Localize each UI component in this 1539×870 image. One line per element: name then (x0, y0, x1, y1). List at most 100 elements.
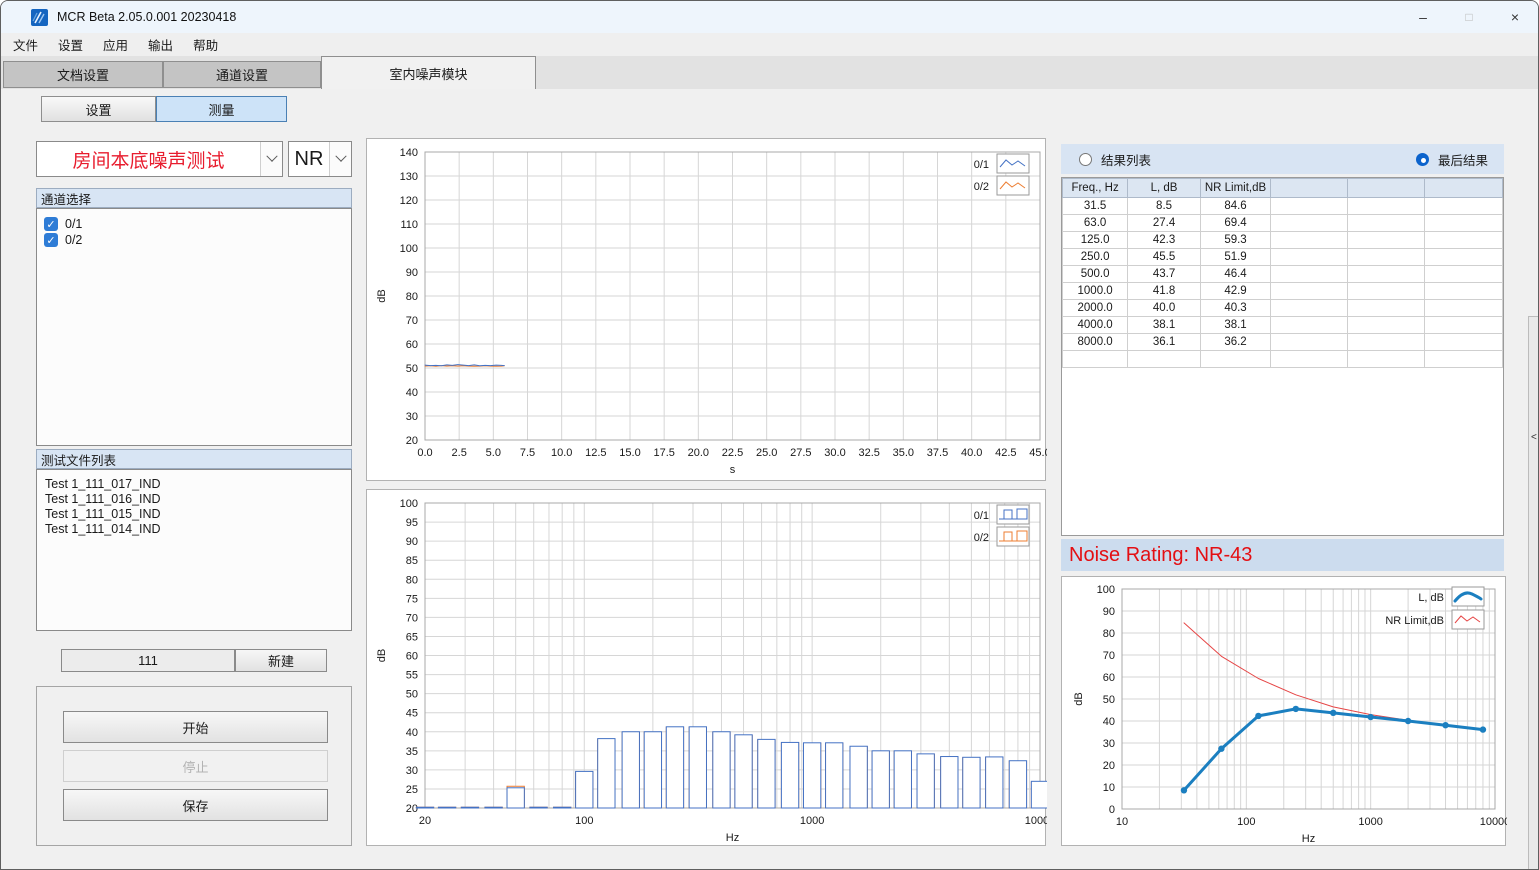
svg-text:60: 60 (1103, 672, 1115, 684)
table-cell (1348, 334, 1425, 351)
checkbox-checked-icon[interactable]: ✓ (44, 217, 58, 231)
svg-text:20: 20 (1103, 760, 1115, 772)
test-file-list[interactable]: Test 1_111_017_INDTest 1_111_016_INDTest… (36, 469, 352, 631)
start-button[interactable]: 开始 (63, 711, 328, 743)
table-cell: 500.0 (1063, 266, 1128, 283)
svg-text:80: 80 (406, 574, 418, 586)
svg-text:20: 20 (406, 435, 418, 447)
menu-help[interactable]: 帮助 (183, 35, 228, 54)
table-row[interactable]: 1000.041.842.9 (1063, 283, 1503, 300)
table-cell: 31.5 (1063, 198, 1128, 215)
table-cell: 45.5 (1128, 249, 1201, 266)
noise-rating-banner: Noise Rating: NR-43 (1061, 539, 1504, 571)
table-cell (1128, 351, 1201, 368)
checkbox-checked-icon[interactable]: ✓ (44, 233, 58, 247)
table-row[interactable]: 63.027.469.4 (1063, 215, 1503, 232)
result-list-radio-label[interactable]: 结果列表 (1101, 150, 1151, 169)
svg-text:75: 75 (406, 593, 418, 605)
table-cell: 46.4 (1200, 266, 1270, 283)
test-type-select[interactable]: 房间本底噪声测试 (36, 141, 283, 177)
tab-document-settings[interactable]: 文档设置 (3, 61, 163, 88)
file-name-input[interactable]: 111 (61, 649, 235, 672)
svg-text:10.0: 10.0 (551, 447, 572, 459)
channel-row[interactable]: ✓0/1 (37, 216, 351, 232)
window-controls: – □ × (1400, 1, 1538, 33)
stop-button: 停止 (63, 750, 328, 782)
svg-text:60: 60 (406, 339, 418, 351)
file-list-item[interactable]: Test 1_111_015_IND (37, 507, 351, 522)
table-cell: 42.3 (1128, 232, 1201, 249)
channel-row[interactable]: ✓ 0/2 (37, 232, 351, 248)
table-row[interactable]: 250.045.551.9 (1063, 249, 1503, 266)
time-history-chart: 20304050607080901001101201301400.02.55.0… (366, 138, 1046, 481)
nr-rating-chart: 010203040506070809010010100100010000dBHz… (1061, 576, 1506, 846)
table-cell (1425, 232, 1503, 249)
svg-text:90: 90 (406, 536, 418, 548)
table-cell: 42.9 (1200, 283, 1270, 300)
minimize-button[interactable]: – (1400, 1, 1446, 33)
menu-apply[interactable]: 应用 (93, 35, 138, 54)
svg-text:40: 40 (1103, 716, 1115, 728)
svg-text:s: s (730, 464, 736, 476)
file-list-item[interactable]: Test 1_111_016_IND (37, 492, 351, 507)
table-cell: 43.7 (1128, 266, 1201, 283)
tab-indoor-noise-module[interactable]: 室内噪声模块 (321, 56, 536, 89)
svg-text:1000: 1000 (800, 815, 824, 827)
table-header-cell: Freq., Hz (1063, 179, 1128, 198)
last-result-radio-label[interactable]: 最后结果 (1438, 150, 1488, 169)
file-list-item[interactable]: Test 1_111_017_IND (37, 477, 351, 492)
svg-text:22.5: 22.5 (722, 447, 743, 459)
svg-text:0/1: 0/1 (974, 159, 989, 171)
svg-text:100: 100 (400, 498, 418, 510)
table-cell: 40.0 (1128, 300, 1201, 317)
table-row[interactable]: 125.042.359.3 (1063, 232, 1503, 249)
table-cell (1425, 317, 1503, 334)
svg-text:30: 30 (406, 765, 418, 777)
result-list-radio[interactable] (1079, 153, 1092, 166)
subtab-settings[interactable]: 设置 (41, 96, 156, 122)
table-row[interactable]: 31.58.584.6 (1063, 198, 1503, 215)
svg-text:70: 70 (406, 315, 418, 327)
subtab-measure[interactable]: 测量 (156, 96, 287, 122)
svg-text:42.5: 42.5 (995, 447, 1016, 459)
table-row[interactable]: 4000.038.138.1 (1063, 317, 1503, 334)
table-row[interactable]: 8000.036.136.2 (1063, 334, 1503, 351)
table-row[interactable]: 2000.040.040.3 (1063, 300, 1503, 317)
tab-channel-settings[interactable]: 通道设置 (163, 61, 321, 88)
maximize-button[interactable]: □ (1446, 1, 1492, 33)
save-button[interactable]: 保存 (63, 789, 328, 821)
svg-text:7.5: 7.5 (520, 447, 535, 459)
result-table[interactable]: Freq., HzL, dBNR Limit,dB31.58.584.663.0… (1061, 177, 1504, 536)
file-list-item[interactable]: Test 1_111_014_IND (37, 522, 351, 537)
menu-settings[interactable]: 设置 (48, 35, 93, 54)
menu-file[interactable]: 文件 (3, 35, 48, 54)
svg-text:dB: dB (376, 289, 388, 302)
svg-text:95: 95 (406, 517, 418, 529)
svg-text:25: 25 (406, 784, 418, 796)
table-cell: 2000.0 (1063, 300, 1128, 317)
menu-output[interactable]: 输出 (138, 35, 183, 54)
svg-text:20.0: 20.0 (688, 447, 709, 459)
svg-text:0/1: 0/1 (974, 510, 989, 522)
table-cell (1425, 283, 1503, 300)
table-cell: 36.1 (1128, 334, 1201, 351)
svg-text:45.0: 45.0 (1029, 447, 1047, 459)
close-button[interactable]: × (1492, 1, 1538, 33)
collapse-left-icon[interactable]: < (1531, 432, 1537, 443)
table-cell (1348, 198, 1425, 215)
svg-text:17.5: 17.5 (653, 447, 674, 459)
channel-label: 0/2 (65, 233, 82, 247)
rating-type-select[interactable]: NR (288, 141, 352, 177)
test-type-dropdown-button[interactable] (260, 142, 282, 176)
last-result-radio[interactable] (1416, 153, 1429, 166)
new-button[interactable]: 新建 (235, 649, 327, 672)
table-cell (1348, 266, 1425, 283)
chevron-down-icon (335, 151, 346, 162)
table-header-cell (1271, 179, 1348, 198)
channel-list[interactable]: ✓0/1✓ 0/2 (36, 208, 352, 446)
side-collapse-strip[interactable]: < (1528, 316, 1539, 870)
svg-text:100: 100 (400, 243, 418, 255)
table-row[interactable] (1063, 351, 1503, 368)
rating-type-dropdown-button[interactable] (329, 142, 351, 176)
table-row[interactable]: 500.043.746.4 (1063, 266, 1503, 283)
